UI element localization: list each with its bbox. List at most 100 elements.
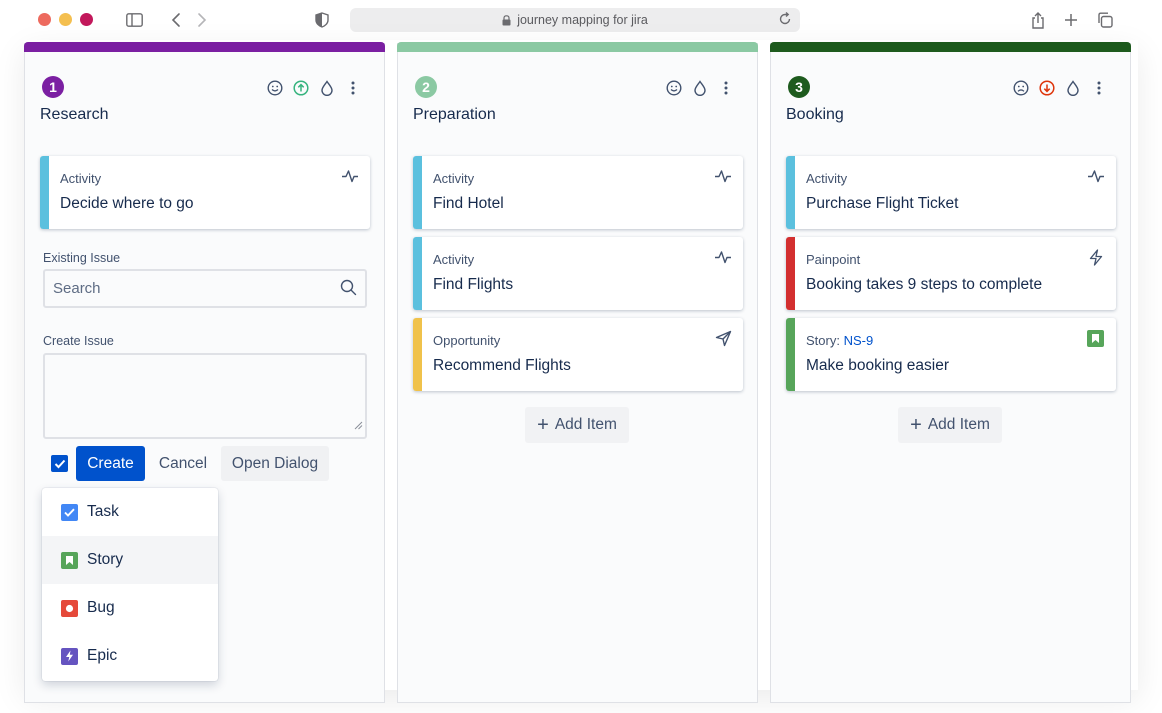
add-item-label: Add Item — [554, 416, 617, 433]
journey-card-activity[interactable]: Activity Find Hotel — [413, 156, 743, 229]
journey-card-activity[interactable]: Activity Find Flights — [413, 237, 743, 310]
card-type-label: Painpoint — [806, 252, 861, 267]
sidebar-toggle-icon[interactable] — [124, 10, 144, 30]
open-dialog-button[interactable]: Open Dialog — [221, 446, 329, 481]
journey-column-booking: 3 Booking Activity Purchase Flight Ticke… — [770, 42, 1131, 703]
column-color-bar — [397, 42, 758, 52]
issue-type-task[interactable]: Task — [42, 488, 218, 536]
drop-icon[interactable] — [691, 79, 709, 97]
issue-type-epic[interactable]: Epic — [42, 632, 218, 680]
add-item-button[interactable]: + Add Item — [525, 407, 629, 443]
shield-icon[interactable] — [312, 10, 332, 30]
more-vertical-icon[interactable] — [1090, 79, 1108, 97]
issue-type-label: Task — [87, 503, 119, 520]
journey-card-story[interactable]: Story: NS-9 Make booking easier — [786, 318, 1116, 391]
step-number-badge: 3 — [788, 76, 810, 98]
zoom-window-button[interactable] — [80, 13, 93, 26]
send-icon — [714, 329, 732, 347]
pulse-icon — [341, 167, 359, 185]
issue-key-link[interactable]: NS-9 — [844, 333, 874, 348]
card-type-stripe — [786, 237, 795, 310]
url-text: journey mapping for jira — [517, 13, 648, 27]
resize-handle-icon[interactable] — [353, 417, 363, 435]
more-vertical-icon[interactable] — [344, 79, 362, 97]
card-type-stripe — [413, 318, 422, 391]
card-type-label: Story: NS-9 — [806, 333, 873, 348]
card-type-label: Activity — [806, 171, 848, 186]
frown-icon[interactable] — [1012, 79, 1030, 97]
card-type-stripe — [413, 237, 422, 310]
arrow-down-circle-icon[interactable] — [1038, 79, 1056, 97]
card-title: Recommend Flights — [433, 357, 571, 374]
plus-icon: + — [537, 414, 549, 436]
search-icon — [340, 279, 357, 301]
card-type-stripe — [413, 156, 422, 229]
issue-type-dropdown: Task Story Bug Epic — [42, 488, 218, 681]
create-issue-textarea[interactable] — [43, 353, 367, 439]
drop-icon[interactable] — [1064, 79, 1082, 97]
back-icon[interactable] — [166, 10, 186, 30]
journey-column-research: 1 Research Activity Decide where to go E… — [24, 42, 385, 703]
card-title: Decide where to go — [60, 195, 194, 212]
card-type-stripe — [40, 156, 49, 229]
column-color-bar — [24, 42, 385, 52]
story-icon — [61, 551, 78, 569]
drop-icon[interactable] — [318, 79, 336, 97]
existing-issue-search[interactable] — [43, 269, 367, 308]
arrow-up-circle-icon[interactable] — [292, 79, 310, 97]
card-title: Find Hotel — [433, 195, 504, 212]
card-title: Purchase Flight Ticket — [806, 195, 959, 212]
card-type-label: Activity — [60, 171, 102, 186]
issue-type-label: Bug — [87, 599, 115, 616]
issue-type-label: Epic — [87, 647, 118, 664]
issue-type-story[interactable]: Story — [42, 536, 218, 584]
more-vertical-icon[interactable] — [717, 79, 735, 97]
smile-icon[interactable] — [266, 79, 284, 97]
card-title: Find Flights — [433, 276, 514, 293]
card-type-label: Activity — [433, 252, 475, 267]
card-type-label: Opportunity — [433, 333, 501, 348]
journey-card-activity[interactable]: Activity Purchase Flight Ticket — [786, 156, 1116, 229]
pulse-icon — [1087, 167, 1105, 185]
pulse-icon — [714, 167, 732, 185]
journey-map-window: 1 Research Activity Decide where to go E… — [24, 40, 1138, 703]
task-icon — [61, 503, 78, 521]
new-tab-icon[interactable] — [1061, 10, 1081, 30]
close-window-button[interactable] — [38, 13, 51, 26]
share-icon[interactable] — [1028, 10, 1048, 30]
reload-icon[interactable] — [778, 11, 792, 29]
search-input[interactable] — [45, 271, 325, 306]
journey-card-activity[interactable]: Activity Decide where to go — [40, 156, 370, 229]
lightning-icon — [1087, 248, 1105, 266]
plus-icon: + — [910, 414, 922, 436]
existing-issue-label: Existing Issue — [43, 251, 121, 265]
step-number-badge: 2 — [415, 76, 437, 98]
minimize-window-button[interactable] — [59, 13, 72, 26]
create-issue-label: Create Issue — [43, 334, 114, 348]
browser-toolbar: journey mapping for jira — [0, 0, 1162, 40]
epic-icon — [61, 647, 78, 665]
journey-card-opportunity[interactable]: Opportunity Recommend Flights — [413, 318, 743, 391]
forward-icon[interactable] — [192, 10, 212, 30]
lock-icon — [502, 14, 511, 26]
tabs-overview-icon[interactable] — [1095, 10, 1115, 30]
smile-icon[interactable] — [665, 79, 683, 97]
card-type-stripe — [786, 156, 795, 229]
step-number-badge: 1 — [42, 76, 64, 98]
add-item-button[interactable]: + Add Item — [898, 407, 1002, 443]
journey-column-preparation: 2 Preparation Activity Find Hotel Activi… — [397, 42, 758, 703]
issue-type-bug[interactable]: Bug — [42, 584, 218, 632]
column-color-bar — [770, 42, 1131, 52]
bug-icon — [61, 599, 78, 617]
card-type-label: Activity — [433, 171, 475, 186]
column-title[interactable]: Research — [40, 106, 108, 124]
column-title[interactable]: Preparation — [413, 106, 496, 124]
issue-type-label: Story — [87, 551, 124, 568]
create-button[interactable]: Create — [76, 446, 145, 481]
cancel-button[interactable]: Cancel — [152, 446, 214, 481]
address-bar[interactable]: journey mapping for jira — [350, 8, 800, 32]
add-item-label: Add Item — [927, 416, 990, 433]
journey-card-painpoint[interactable]: Painpoint Booking takes 9 steps to compl… — [786, 237, 1116, 310]
column-title[interactable]: Booking — [786, 106, 844, 124]
keep-open-checkbox[interactable] — [51, 455, 68, 472]
